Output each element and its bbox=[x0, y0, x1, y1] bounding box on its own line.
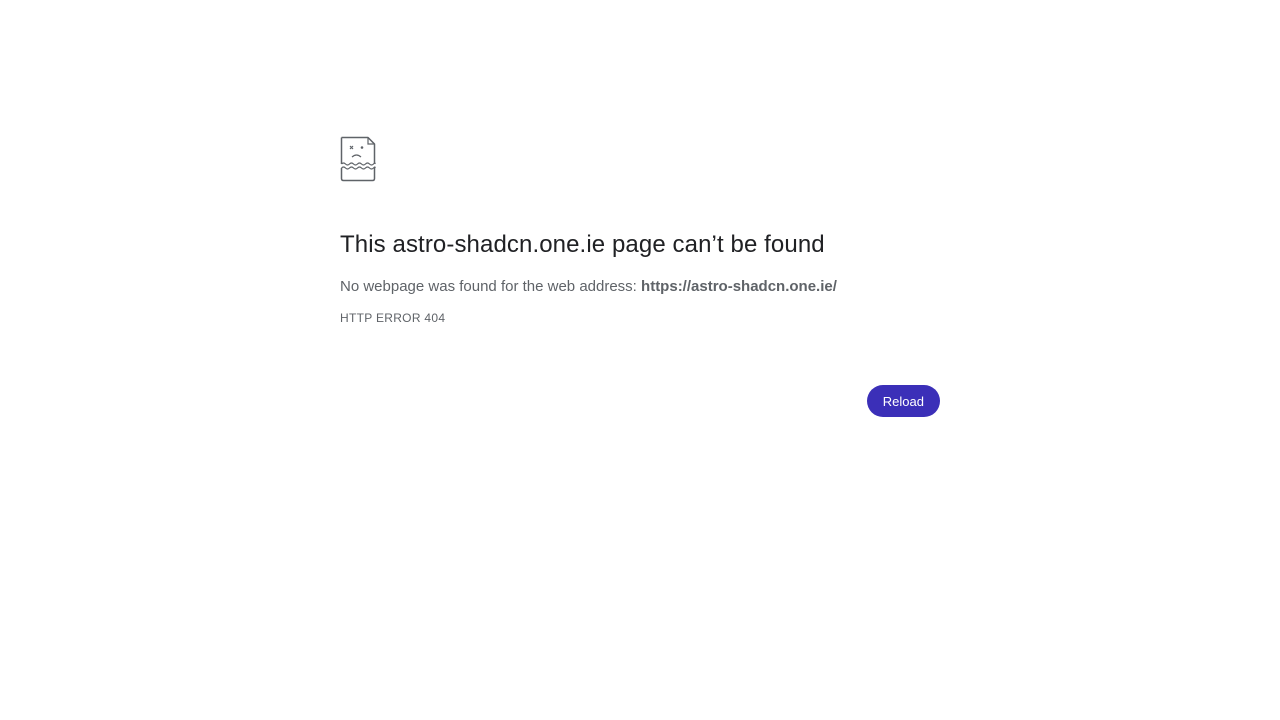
description-text: No webpage was found for the web address… bbox=[340, 278, 642, 295]
reload-button[interactable]: Reload bbox=[866, 385, 940, 417]
error-code: HTTP ERROR 404 bbox=[340, 311, 446, 325]
requested-url: https://astro-shadcn.one.ie/ bbox=[641, 278, 837, 295]
error-container: This astro-shadcn.one.ie page can’t be f… bbox=[340, 136, 940, 326]
sad-document-icon bbox=[340, 136, 376, 182]
page-title: This astro-shadcn.one.ie page can’t be f… bbox=[340, 231, 825, 258]
action-row: Reload bbox=[340, 385, 940, 417]
error-description: No webpage was found for the web address… bbox=[340, 276, 940, 298]
